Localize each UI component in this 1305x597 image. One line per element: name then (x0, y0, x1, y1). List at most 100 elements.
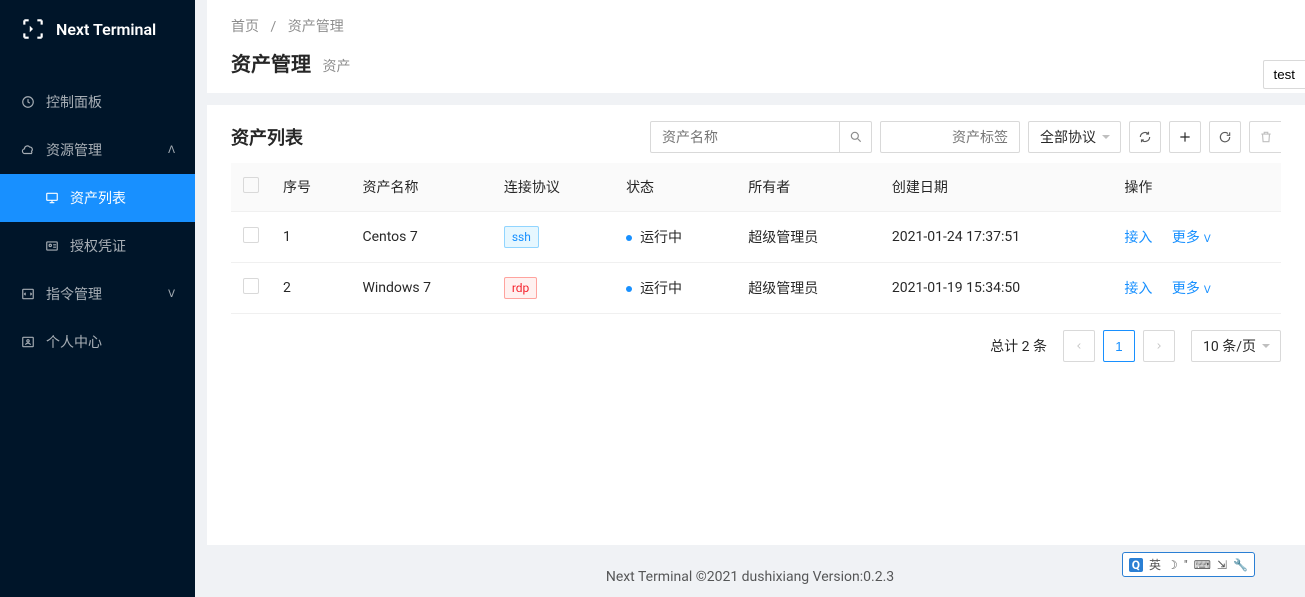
col-protocol: 连接协议 (492, 163, 614, 212)
table-row: 1 Centos 7 ssh 运行中 超级管理员 2021-01-24 17:3… (231, 212, 1281, 263)
submenu-resources: 资产列表 授权凭证 (0, 174, 195, 270)
chevron-left-icon (1074, 341, 1084, 351)
page-size-select[interactable]: 10 条/页 (1191, 330, 1281, 362)
list-title: 资产列表 (231, 124, 303, 150)
idcard-icon (44, 238, 60, 254)
pin-icon[interactable]: ⇲ (1217, 558, 1227, 572)
sidebar-menu: 控制面板 资源管理 ᐱ 资产列表 (0, 58, 195, 366)
test-button[interactable]: test (1263, 60, 1305, 89)
row-checkbox[interactable] (243, 227, 259, 243)
status-dot-icon (626, 286, 632, 292)
sidebar-label: 指令管理 (46, 284, 168, 304)
sidebar-label: 个人中心 (46, 332, 175, 352)
ime-toolbar[interactable]: Q 英 ☽ " ⌨ ⇲ 🔧 (1122, 552, 1255, 577)
page-subtitle: 资产 (322, 59, 350, 75)
row-checkbox[interactable] (243, 278, 259, 294)
chevron-down-icon: ᐯ (1204, 285, 1211, 296)
protocol-tag: ssh (504, 226, 539, 248)
col-created: 创建日期 (880, 163, 1112, 212)
col-index: 序号 (271, 163, 350, 212)
breadcrumb-sep: / (270, 19, 276, 35)
pagination-total: 总计 2 条 (990, 336, 1047, 356)
chevron-up-icon: ᐱ (168, 145, 175, 156)
more-link[interactable]: 更多ᐯ (1172, 281, 1211, 297)
page-title: 资产管理 (231, 48, 311, 77)
chevron-down-icon: ᐯ (168, 289, 175, 300)
sync-icon (1138, 130, 1152, 144)
app-logo[interactable]: Next Terminal (0, 0, 195, 58)
sidebar-label: 授权凭证 (70, 236, 175, 256)
select-all-checkbox[interactable] (243, 177, 259, 193)
breadcrumb-current: 资产管理 (288, 19, 344, 35)
moon-icon[interactable]: ☽ (1167, 558, 1178, 572)
access-link[interactable]: 接入 (1124, 281, 1152, 297)
cell-status: 运行中 (614, 212, 736, 263)
keyboard-icon[interactable]: ⌨ (1194, 558, 1211, 572)
plus-icon (1178, 130, 1192, 144)
page-header: 首页 / 资产管理 资产管理 资产 (207, 0, 1305, 93)
user-icon (20, 334, 36, 350)
search-tags-input[interactable] (880, 121, 1020, 153)
protocol-tag: rdp (504, 277, 537, 299)
sidebar-item-dashboard[interactable]: 控制面板 (0, 78, 195, 126)
col-actions: 操作 (1112, 163, 1281, 212)
code-icon (20, 286, 36, 302)
more-link[interactable]: 更多ᐯ (1172, 230, 1211, 246)
page-size-value: 10 条/页 (1203, 336, 1256, 356)
comma-icon[interactable]: " (1184, 558, 1188, 572)
sidebar-label: 资源管理 (46, 140, 168, 160)
reload-button[interactable] (1209, 121, 1241, 153)
sidebar-label: 资产列表 (70, 188, 175, 208)
status-dot-icon (626, 235, 632, 241)
table-row: 2 Windows 7 rdp 运行中 超级管理员 2021-01-19 15:… (231, 263, 1281, 314)
cell-index: 2 (271, 263, 350, 314)
cell-status: 运行中 (614, 263, 736, 314)
wrench-icon[interactable]: 🔧 (1233, 558, 1248, 572)
protocol-select[interactable]: 全部协议 (1028, 121, 1121, 153)
cell-created: 2021-01-24 17:37:51 (880, 212, 1112, 263)
col-status: 状态 (614, 163, 736, 212)
sidebar-item-assets[interactable]: 资产列表 (0, 174, 195, 222)
cell-created: 2021-01-19 15:34:50 (880, 263, 1112, 314)
add-button[interactable] (1169, 121, 1201, 153)
ime-lang[interactable]: 英 (1149, 556, 1161, 573)
search-button[interactable] (840, 121, 872, 153)
sidebar-item-resources[interactable]: 资源管理 ᐱ (0, 126, 195, 174)
cell-index: 1 (271, 212, 350, 263)
access-link[interactable]: 接入 (1124, 230, 1152, 246)
search-icon (849, 130, 863, 144)
breadcrumb: 首页 / 资产管理 (231, 16, 1281, 36)
desktop-icon (44, 190, 60, 206)
cell-owner: 超级管理员 (736, 263, 880, 314)
asset-table: 序号 资产名称 连接协议 状态 所有者 创建日期 操作 1 Centos 7 s… (231, 163, 1281, 314)
ime-logo-icon: Q (1129, 558, 1143, 572)
page-1-button[interactable]: 1 (1103, 330, 1135, 362)
pagination: 总计 2 条 1 10 条/页 (231, 314, 1281, 366)
search-name-input[interactable] (650, 121, 840, 153)
dashboard-icon (20, 94, 36, 110)
toolbar: 资产列表 全部协议 (231, 121, 1281, 153)
sidebar-item-commands[interactable]: 指令管理 ᐯ (0, 270, 195, 318)
next-page-button[interactable] (1143, 330, 1175, 362)
app-name: Next Terminal (56, 20, 156, 39)
cloud-icon (20, 142, 36, 158)
sidebar-item-credentials[interactable]: 授权凭证 (0, 222, 195, 270)
chevron-right-icon (1154, 341, 1164, 351)
sidebar: Next Terminal 控制面板 资源管理 ᐱ (0, 0, 195, 597)
trash-icon (1259, 130, 1273, 144)
cell-name: Windows 7 (350, 263, 491, 314)
prev-page-button[interactable] (1063, 330, 1095, 362)
sidebar-item-profile[interactable]: 个人中心 (0, 318, 195, 366)
chevron-down-icon: ᐯ (1204, 234, 1211, 245)
protocol-select-value: 全部协议 (1040, 127, 1096, 147)
cell-name: Centos 7 (350, 212, 491, 263)
logo-icon (20, 16, 46, 42)
breadcrumb-home[interactable]: 首页 (231, 19, 259, 35)
refresh-button[interactable] (1129, 121, 1161, 153)
col-name: 资产名称 (350, 163, 491, 212)
cell-owner: 超级管理员 (736, 212, 880, 263)
col-owner: 所有者 (736, 163, 880, 212)
reload-icon (1218, 130, 1232, 144)
list-card: 资产列表 全部协议 (207, 105, 1305, 545)
delete-button[interactable] (1249, 121, 1281, 153)
